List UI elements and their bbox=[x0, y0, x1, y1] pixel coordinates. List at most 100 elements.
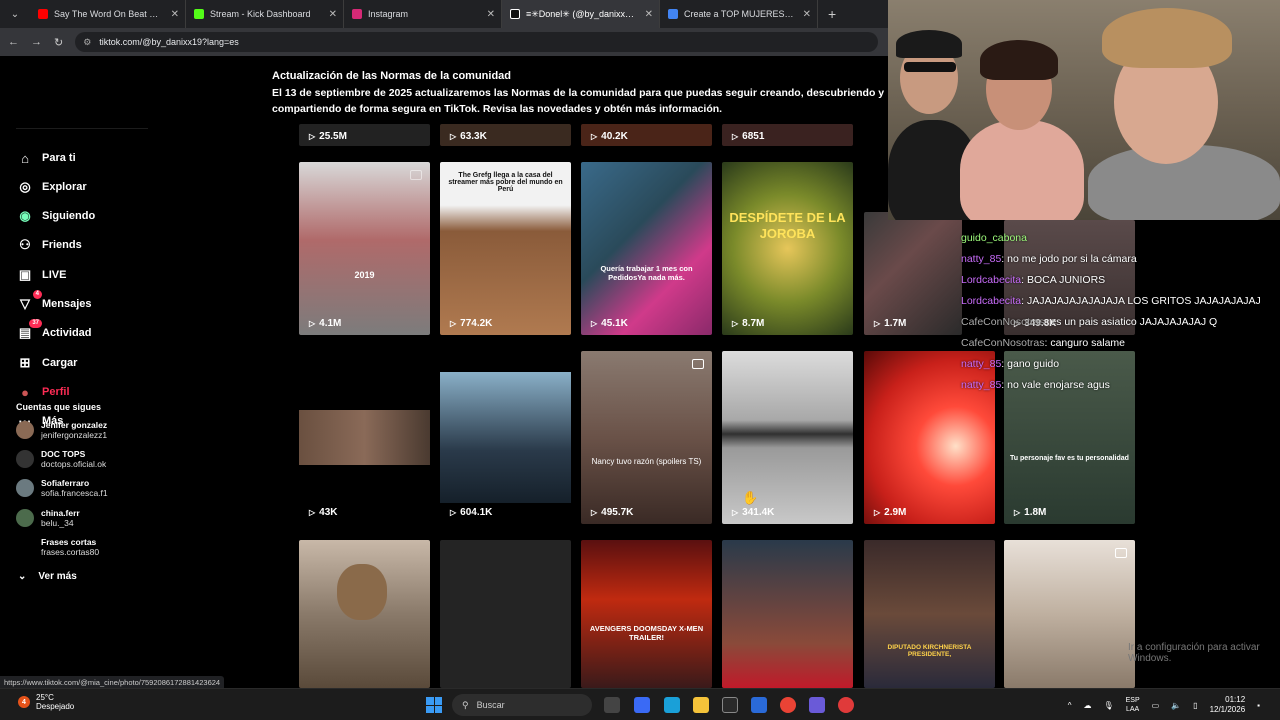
community-guidelines-notice: Actualización de las Normas de la comuni… bbox=[272, 70, 888, 117]
play-icon: ▷ bbox=[732, 132, 739, 141]
copilot-icon[interactable] bbox=[634, 697, 650, 713]
weather-icon: 4 bbox=[18, 696, 30, 708]
teams-icon[interactable] bbox=[809, 697, 825, 713]
tab-tiktok[interactable]: ≡✳︎Donel✳︎ (@by_danixx19) ✕ bbox=[502, 0, 660, 28]
video-thumb[interactable]: DESPÍDETE DE LA JOROBA ▷ 8.7M bbox=[722, 162, 853, 335]
file-explorer-icon[interactable] bbox=[693, 697, 709, 713]
back-icon[interactable]: ← bbox=[8, 36, 19, 48]
tab-instagram[interactable]: Instagram ✕ bbox=[344, 0, 502, 28]
following-account[interactable]: DOC TOPS doctops.oficial.ok bbox=[16, 449, 106, 469]
browser-tab-bar: ⌄ Say The Word On Beat Challenge ✕ Strea… bbox=[0, 0, 888, 28]
system-tray: ^ ☁ 🎙 ESP LAA ▭ 🔈 ▯ 01:12 12/1/2026 ▪ bbox=[1068, 695, 1260, 715]
activity-icon: ▤ 37 bbox=[16, 319, 42, 342]
video-thumb[interactable]: ▷ 63.3K bbox=[440, 124, 571, 146]
video-thumb[interactable] bbox=[440, 540, 571, 688]
task-view-icon[interactable] bbox=[604, 697, 620, 713]
video-thumb[interactable]: ▷ 6851 bbox=[722, 124, 853, 146]
tab-kick[interactable]: Stream - Kick Dashboard ✕ bbox=[186, 0, 344, 28]
weather-widget[interactable]: 4 25°C Despejado bbox=[18, 693, 74, 711]
nav-actividad[interactable]: ▤ 37 Actividad bbox=[16, 319, 92, 343]
following-icon: ◉ bbox=[19, 208, 31, 223]
reload-icon[interactable]: ↻ bbox=[54, 36, 63, 49]
new-tab-button[interactable]: + bbox=[818, 6, 846, 22]
edge-icon[interactable] bbox=[664, 697, 680, 713]
close-icon[interactable]: ✕ bbox=[329, 9, 337, 20]
network-icon[interactable]: ▭ bbox=[1152, 701, 1160, 710]
play-icon: ▷ bbox=[309, 319, 316, 328]
sunglasses-icon bbox=[904, 62, 956, 72]
site-settings-icon[interactable]: ⚙ bbox=[83, 37, 91, 48]
video-thumb[interactable] bbox=[299, 540, 430, 688]
chat-message: natty_85: no vale enojarse agus bbox=[961, 379, 1110, 391]
play-icon: ▷ bbox=[732, 508, 739, 517]
close-icon[interactable]: ✕ bbox=[171, 9, 179, 20]
chat-message: natty_85: no me jodo por si la cámara bbox=[961, 253, 1137, 265]
windows-start-icon[interactable] bbox=[426, 697, 442, 713]
play-icon: ▷ bbox=[874, 508, 881, 517]
following-account[interactable]: Sofiaferraro sofia.francesca.f1 bbox=[16, 478, 108, 498]
browser-toolbar: ← → ↻ ⚙ tiktok.com/@by_danixx19?lang=es bbox=[0, 28, 888, 56]
outlook-icon[interactable] bbox=[751, 697, 767, 713]
nav-explorar[interactable]: ◎ Explorar bbox=[16, 177, 86, 197]
chat-message: natty_85: gano guido bbox=[961, 358, 1060, 370]
video-thumb[interactable]: Quería trabajar 1 mes con PedidosYa nada… bbox=[581, 162, 712, 335]
video-thumb[interactable] bbox=[722, 540, 853, 688]
youtube-icon bbox=[38, 9, 48, 19]
video-thumb[interactable]: ▷ 40.2K bbox=[581, 124, 712, 146]
following-title: Cuentas que sigues bbox=[16, 402, 102, 412]
language-indicator[interactable]: ESP LAA bbox=[1126, 696, 1140, 714]
play-icon: ▷ bbox=[732, 319, 739, 328]
clock[interactable]: 01:12 12/1/2026 bbox=[1210, 695, 1246, 715]
video-thumb[interactable]: ▷ 1.7M bbox=[864, 212, 962, 335]
video-thumb[interactable]: ▷ 43K bbox=[299, 351, 430, 524]
video-thumb[interactable]: The Grefg llega a la casa del streamer m… bbox=[440, 162, 571, 335]
video-thumb[interactable] bbox=[1004, 540, 1135, 688]
play-icon: ▷ bbox=[591, 319, 598, 328]
tab-youtube[interactable]: Say The Word On Beat Challenge ✕ bbox=[30, 0, 186, 28]
chat-message: Lordcabecita: JAJAJAJAJAJAJAJA LOS GRITO… bbox=[961, 295, 1261, 307]
play-icon: ▷ bbox=[450, 508, 457, 517]
volume-icon[interactable]: 🔈 bbox=[1171, 701, 1181, 710]
video-thumb[interactable]: ▷ 604.1K bbox=[440, 351, 571, 524]
nav-friends[interactable]: ⚇ Friends bbox=[16, 235, 82, 255]
address-bar[interactable]: ⚙ tiktok.com/@by_danixx19?lang=es bbox=[75, 32, 878, 52]
nav-siguiendo[interactable]: ◉ Siguiendo bbox=[16, 206, 95, 226]
store-icon[interactable] bbox=[722, 697, 738, 713]
close-icon[interactable]: ✕ bbox=[645, 9, 653, 20]
notification-icon[interactable]: ▪ bbox=[1257, 701, 1260, 710]
microphone-icon[interactable]: 🎙 bbox=[1103, 701, 1113, 710]
video-thumb[interactable]: ▷ 25.5M bbox=[299, 124, 430, 146]
chevron-up-icon[interactable]: ^ bbox=[1068, 701, 1072, 710]
taskbar-search[interactable]: ⚲ Buscar bbox=[452, 694, 592, 716]
upload-icon: ⊞ bbox=[19, 355, 31, 370]
chrome-icon[interactable] bbox=[780, 697, 796, 713]
video-thumb[interactable]: 2019 ▷ 4.1M bbox=[299, 162, 430, 335]
tab-create[interactable]: Create a TOP MUJERES MÁS LII ✕ bbox=[660, 0, 818, 28]
battery-icon[interactable]: ▯ bbox=[1193, 701, 1197, 710]
nav-perfil[interactable]: ● Perfil bbox=[16, 382, 69, 402]
onedrive-icon[interactable]: ☁ bbox=[1083, 701, 1091, 710]
chat-message: CafeConNosotras: canguro salame bbox=[961, 337, 1126, 349]
following-account[interactable]: china.ferr belu._34 bbox=[16, 508, 80, 528]
play-icon: ▷ bbox=[450, 132, 457, 141]
app-icon[interactable] bbox=[838, 697, 854, 713]
nav-para-ti[interactable]: ⌂ Para ti bbox=[16, 148, 76, 168]
following-account[interactable]: Frases cortas frases.cortas80 bbox=[16, 537, 99, 557]
nav-live[interactable]: ▣ LIVE bbox=[16, 265, 67, 285]
tab-list-icon[interactable]: ⌄ bbox=[0, 0, 30, 28]
play-icon: ▷ bbox=[309, 508, 316, 517]
screen: ⌄ Say The Word On Beat Challenge ✕ Strea… bbox=[0, 0, 1280, 720]
notice-title: Actualización de las Normas de la comuni… bbox=[272, 70, 512, 82]
video-thumb[interactable]: AVENGERS DOOMSDAY X-MEN TRAILER! bbox=[581, 540, 712, 688]
friends-icon: ⚇ bbox=[19, 237, 31, 252]
avatar bbox=[16, 509, 34, 527]
forward-icon[interactable]: → bbox=[31, 36, 42, 48]
following-account[interactable]: Jenifer gonzalez jenifergonzalezz1 bbox=[16, 420, 107, 440]
close-icon[interactable]: ✕ bbox=[487, 9, 495, 20]
nav-mensajes[interactable]: ▽ 4 Mensajes bbox=[16, 290, 92, 314]
video-thumb[interactable]: DIPUTADO KIRCHNERISTA PRESIDENTE, bbox=[864, 540, 995, 688]
video-thumb[interactable]: Nancy tuvo razón (spoilers TS) ▷ 495.7K bbox=[581, 351, 712, 524]
close-icon[interactable]: ✕ bbox=[803, 9, 811, 20]
nav-cargar[interactable]: ⊞ Cargar bbox=[16, 353, 78, 373]
ver-mas-button[interactable]: ⌄ Ver más bbox=[18, 571, 77, 582]
